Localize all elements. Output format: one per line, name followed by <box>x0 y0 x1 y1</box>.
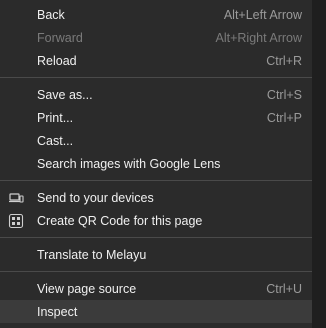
menu-item-reload[interactable]: Reload Ctrl+R <box>0 49 312 72</box>
menu-item-label: Send to your devices <box>37 190 154 205</box>
menu-item-label: View page source <box>37 281 137 296</box>
menu-item-label: Create QR Code for this page <box>37 213 203 228</box>
menu-item-label: Reload <box>37 53 77 68</box>
menu-item-inspect[interactable]: Inspect <box>0 300 312 323</box>
page-background <box>312 0 326 328</box>
menu-item-label: Back <box>37 7 65 22</box>
menu-item-shortcut: Ctrl+P <box>266 110 302 125</box>
context-menu: Back Alt+Left Arrow Forward Alt+Right Ar… <box>0 0 312 328</box>
menu-item-label: Forward <box>37 30 83 45</box>
menu-item-label: Inspect <box>37 304 78 319</box>
menu-item-shortcut: Ctrl+U <box>266 281 302 296</box>
menu-item-send-to-devices[interactable]: Send to your devices <box>0 186 312 209</box>
qr-code-icon <box>8 213 24 229</box>
menu-item-label: Translate to Melayu <box>37 247 147 262</box>
devices-icon <box>8 190 24 206</box>
menu-item-label: Cast... <box>37 133 74 148</box>
menu-item-search-google-lens[interactable]: Search images with Google Lens <box>0 152 312 175</box>
menu-item-shortcut: Alt+Left Arrow <box>223 7 302 22</box>
menu-separator <box>0 237 312 238</box>
menu-item-label: Print... <box>37 110 74 125</box>
menu-item-back[interactable]: Back Alt+Left Arrow <box>0 3 312 26</box>
menu-item-save-as[interactable]: Save as... Ctrl+S <box>0 83 312 106</box>
menu-separator <box>0 271 312 272</box>
menu-separator <box>0 77 312 78</box>
menu-item-shortcut: Ctrl+S <box>266 87 302 102</box>
menu-item-create-qr-code[interactable]: Create QR Code for this page <box>0 209 312 232</box>
menu-item-translate[interactable]: Translate to Melayu <box>0 243 312 266</box>
menu-item-label: Save as... <box>37 87 93 102</box>
menu-separator <box>0 180 312 181</box>
menu-item-shortcut: Alt+Right Arrow <box>215 30 303 45</box>
menu-item-cast[interactable]: Cast... <box>0 129 312 152</box>
menu-item-print[interactable]: Print... Ctrl+P <box>0 106 312 129</box>
menu-item-forward: Forward Alt+Right Arrow <box>0 26 312 49</box>
menu-item-label: Search images with Google Lens <box>37 156 221 171</box>
menu-item-view-page-source[interactable]: View page source Ctrl+U <box>0 277 312 300</box>
menu-item-shortcut: Ctrl+R <box>266 53 302 68</box>
